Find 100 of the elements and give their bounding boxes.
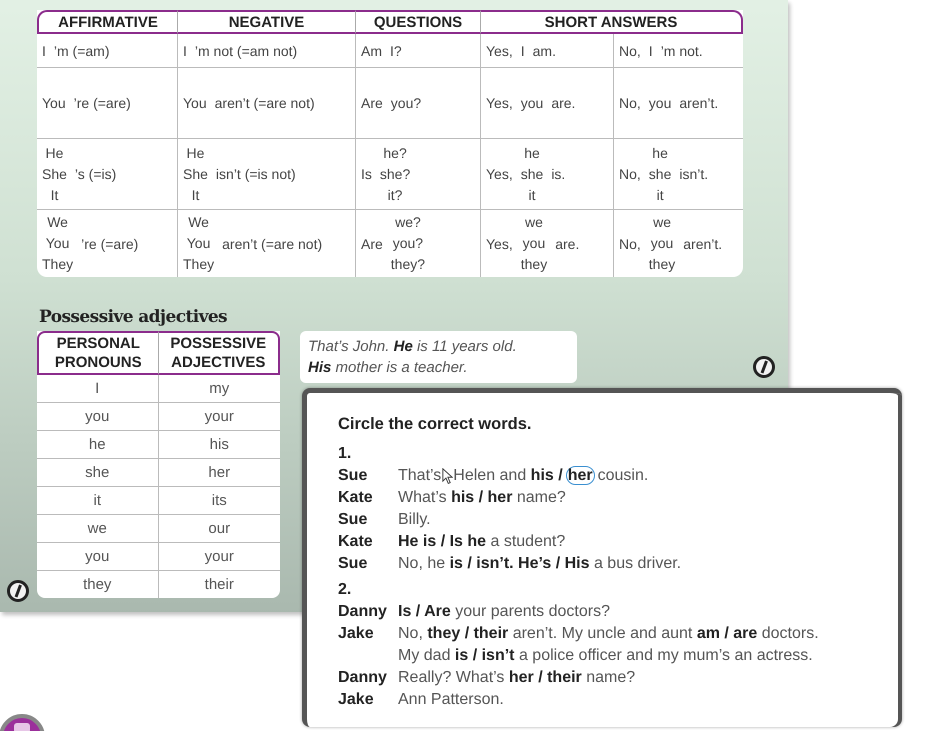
dialogue-text: Billy. bbox=[398, 511, 431, 528]
table-cell: they bbox=[37, 571, 158, 598]
speaker-name: Jake bbox=[338, 625, 374, 642]
dialogue-text: No, he is / isn’t. He’s / His a bus driver. bbox=[398, 555, 682, 572]
table-word: I bbox=[520, 42, 525, 58]
table-word: he bbox=[652, 144, 668, 162]
table-word: ’s (=is) bbox=[74, 166, 116, 182]
table-word: are. bbox=[555, 236, 580, 252]
speaker-name: Jake bbox=[338, 691, 374, 708]
table-word: is. bbox=[551, 166, 566, 182]
table-word: you bbox=[522, 234, 546, 253]
table-word: you bbox=[648, 95, 672, 111]
table-cell: his bbox=[158, 431, 280, 459]
table-word: Yes, bbox=[486, 95, 513, 111]
table-word: it bbox=[528, 186, 536, 204]
example-sentence: His mother is a teacher. bbox=[308, 358, 469, 378]
table-cell: my bbox=[158, 375, 280, 403]
table-cell: your bbox=[158, 543, 280, 571]
table-word: we? bbox=[395, 213, 421, 232]
table-word: ’m not. bbox=[660, 42, 703, 58]
table-word: I bbox=[648, 42, 653, 58]
circled-answer[interactable]: her bbox=[566, 466, 595, 485]
table-cell: he bbox=[37, 431, 158, 459]
table-word: It bbox=[192, 186, 200, 204]
table-word: No, bbox=[619, 166, 641, 182]
dialogue-text: What’s his / her name? bbox=[398, 489, 566, 506]
column-header: POSSESSIVE ADJECTIVES bbox=[158, 331, 280, 375]
table-word: they bbox=[520, 255, 548, 274]
speaker-name: Kate bbox=[338, 533, 373, 550]
table-word: Are bbox=[361, 236, 383, 252]
table-word: you bbox=[650, 234, 674, 253]
speaker-name: Danny bbox=[338, 669, 387, 686]
table-word: are. bbox=[551, 95, 576, 111]
speaker-name: Kate bbox=[338, 489, 373, 506]
table-word: she? bbox=[380, 164, 410, 184]
table-word: she bbox=[648, 164, 672, 184]
speaker-name: Danny bbox=[338, 603, 387, 620]
table-word: You bbox=[42, 95, 66, 111]
table-word: I bbox=[183, 42, 187, 58]
table-word: Is bbox=[361, 166, 372, 182]
example-sentence: That’s John. He is 11 years old. bbox=[308, 337, 518, 357]
table-cell: your bbox=[158, 403, 280, 431]
table-word: Am bbox=[361, 42, 382, 58]
cursor-icon bbox=[442, 468, 454, 485]
table-word: We bbox=[188, 213, 209, 232]
table-cell: our bbox=[158, 515, 280, 543]
item-number: 1. bbox=[338, 444, 352, 464]
table-word: isn’t. bbox=[679, 166, 708, 182]
table-word: I? bbox=[390, 42, 402, 58]
table-word: ’m not (=am not) bbox=[194, 42, 298, 58]
column-header: SHORT ANSWERS bbox=[480, 10, 743, 34]
table-word: you? bbox=[390, 95, 422, 111]
dialogue-text: Helen and his / bbox=[453, 467, 563, 484]
table-word: Yes, bbox=[486, 42, 513, 58]
table-word: she bbox=[520, 164, 544, 184]
table-cell: it bbox=[37, 487, 158, 515]
instruction: Circle the correct words. bbox=[338, 415, 532, 434]
table-word: They bbox=[183, 255, 214, 274]
table-word: He bbox=[186, 144, 204, 162]
column-header: NEGATIVE bbox=[177, 10, 355, 34]
dialogue-text: My dad is / isn’t a police officer and my mum’s an actress. bbox=[398, 647, 813, 664]
table-word: aren’t. bbox=[679, 95, 718, 111]
table-cell: its bbox=[158, 487, 280, 515]
speaker-name: Sue bbox=[338, 467, 368, 484]
table-word: they? bbox=[390, 255, 426, 274]
table-word: he? bbox=[383, 144, 407, 162]
dialogue-text: That’s bbox=[398, 467, 442, 484]
table-word: they bbox=[648, 255, 676, 274]
table-word: You bbox=[46, 234, 70, 253]
table-word: You bbox=[183, 95, 207, 111]
table-word: He bbox=[46, 144, 64, 162]
table-word: Yes, bbox=[486, 166, 513, 182]
dialogue-text: Ann Patterson. bbox=[398, 691, 504, 708]
column-header: PERSONAL PRONOUNS bbox=[37, 331, 158, 375]
table-word: Yes, bbox=[486, 236, 513, 252]
table-word: Are bbox=[361, 95, 383, 111]
table-word: It bbox=[50, 186, 58, 204]
table-word: am. bbox=[532, 42, 556, 58]
speaker-name: Sue bbox=[338, 555, 368, 572]
table-word: She bbox=[42, 164, 67, 184]
dialogue-text: cousin. bbox=[598, 467, 648, 484]
table-word: We bbox=[47, 213, 68, 232]
dialogue-text: He is / Is he a student? bbox=[398, 533, 566, 550]
dialogue-text: No, they / their aren’t. My uncle and aunt am / are doctors. bbox=[398, 625, 819, 642]
table-cell: you bbox=[37, 403, 158, 431]
table-word: isn’t (=is not) bbox=[216, 166, 296, 182]
table-word: No, bbox=[619, 42, 641, 58]
table-cell: her bbox=[158, 459, 280, 487]
table-word: She bbox=[183, 164, 208, 184]
table-word: you? bbox=[392, 234, 424, 253]
table-word: No, bbox=[619, 236, 641, 252]
table-word: you bbox=[520, 95, 544, 111]
dialogue-text: Is / Are your parents doctors? bbox=[398, 603, 610, 620]
table-word: we bbox=[653, 213, 671, 232]
column-header: QUESTIONS bbox=[355, 10, 480, 34]
table-word: I bbox=[42, 42, 46, 58]
speaker-name: Sue bbox=[338, 511, 368, 528]
table-word: They bbox=[42, 255, 74, 274]
table-word: aren’t. bbox=[683, 236, 722, 252]
table-word: aren’t (=are not) bbox=[222, 236, 322, 252]
